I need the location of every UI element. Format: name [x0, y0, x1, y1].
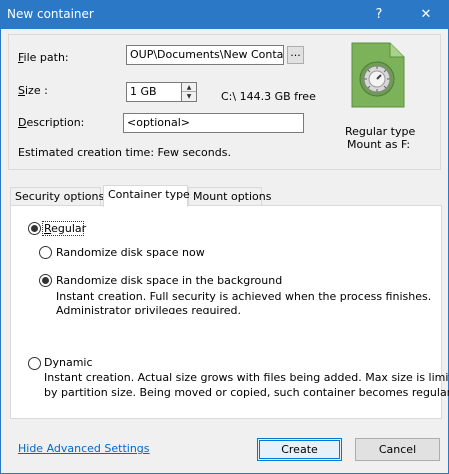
randomize-now-radio[interactable] — [39, 246, 52, 259]
regular-label[interactable]: Regular — [44, 222, 86, 235]
container-type-summary: Regular type — [345, 125, 416, 138]
browse-button[interactable]: ... — [287, 46, 304, 64]
mount-summary: Mount as F: — [347, 138, 411, 151]
spin-up-icon[interactable]: ▲ — [182, 83, 196, 92]
tab-mount-options[interactable]: Mount options — [188, 187, 272, 206]
size-spinner[interactable]: ▲ ▼ — [181, 82, 197, 102]
help-button[interactable]: ? — [357, 1, 401, 29]
create-button-label: Create — [281, 443, 318, 456]
description-input[interactable]: <optional> — [123, 113, 304, 133]
file-path-input[interactable]: OUP\Documents\New Container — [126, 45, 284, 65]
tab-security-options[interactable]: Security options — [10, 187, 104, 206]
spin-down-icon[interactable]: ▼ — [182, 92, 196, 101]
randomize-now-label[interactable]: Randomize disk space now — [56, 246, 205, 259]
file-path-label: File path: — [18, 51, 69, 64]
close-button[interactable]: ✕ — [404, 1, 448, 29]
window-title: New container — [7, 7, 94, 21]
cancel-button[interactable]: Cancel — [355, 438, 440, 461]
dynamic-desc-line2: by partition size. Being moved or copied… — [44, 386, 449, 399]
title-bar: New container ? ✕ — [1, 1, 448, 29]
create-button[interactable]: Create — [257, 438, 342, 461]
new-container-dialog: New container ? ✕ File path: OUP\Documen… — [0, 0, 449, 474]
free-space-text: C:\ 144.3 GB free — [221, 90, 316, 103]
tab-container-type[interactable]: Container type — [103, 185, 190, 207]
size-input[interactable]: 1 GB — [126, 82, 182, 102]
description-label: Description: — [18, 116, 85, 129]
randomize-background-label[interactable]: Randomize disk space in the background — [56, 274, 282, 287]
randomize-background-desc-line2: Administrator privileges required. — [56, 304, 241, 314]
regular-radio[interactable] — [28, 222, 41, 235]
randomize-background-radio[interactable] — [39, 274, 52, 287]
estimated-time-text: Estimated creation time: Few seconds. — [18, 146, 231, 159]
size-label: Size : — [18, 84, 48, 97]
hide-advanced-settings-link[interactable]: Hide Advanced Settings — [18, 442, 150, 455]
dynamic-desc-line1: Instant creation. Actual size grows with… — [44, 371, 449, 384]
dynamic-label[interactable]: Dynamic — [44, 356, 93, 369]
dynamic-radio[interactable] — [28, 357, 41, 370]
safe-lock-icon — [350, 41, 406, 109]
